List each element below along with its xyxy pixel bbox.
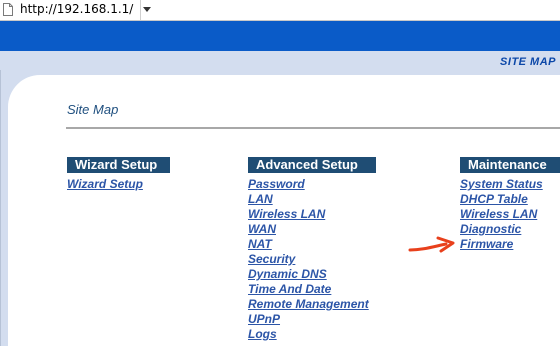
- page-icon: [3, 3, 13, 16]
- red-arrow-icon: [408, 236, 455, 253]
- link-firmware[interactable]: Firmware: [460, 237, 543, 252]
- site-map-header-label[interactable]: SITE MAP: [500, 56, 556, 68]
- heading-wizard-setup: Wizard Setup: [67, 157, 170, 173]
- link-dynamic-dns[interactable]: Dynamic DNS: [248, 267, 369, 282]
- link-nat[interactable]: NAT: [248, 237, 369, 252]
- top-banner: [0, 21, 560, 51]
- link-dhcp-table[interactable]: DHCP Table: [460, 192, 543, 207]
- link-system-status[interactable]: System Status: [460, 177, 543, 192]
- link-remote-management[interactable]: Remote Management: [248, 297, 369, 312]
- link-time-and-date[interactable]: Time And Date: [248, 282, 369, 297]
- address-bar[interactable]: http://192.168.1.1/: [0, 0, 560, 21]
- link-wan[interactable]: WAN: [248, 222, 369, 237]
- url-text[interactable]: http://192.168.1.1/: [20, 2, 133, 16]
- link-security[interactable]: Security: [248, 252, 369, 267]
- link-wireless-lan[interactable]: Wireless LAN: [248, 207, 369, 222]
- heading-maintenance: Maintenance: [460, 157, 560, 173]
- header-band: SITE MAP: [0, 51, 560, 75]
- link-logs[interactable]: Logs: [248, 327, 369, 342]
- page-title: Site Map: [67, 102, 119, 117]
- title-divider: [66, 127, 560, 129]
- address-dropdown-button[interactable]: [140, 0, 153, 20]
- chevron-down-icon: [143, 7, 151, 12]
- link-password[interactable]: Password: [248, 177, 369, 192]
- column-advanced-setup: Password LAN Wireless LAN WAN NAT Securi…: [248, 177, 369, 342]
- column-maintenance: System Status DHCP Table Wireless LAN Di…: [460, 177, 543, 252]
- link-wizard-setup[interactable]: Wizard Setup: [67, 177, 143, 192]
- link-diagnostic[interactable]: Diagnostic: [460, 222, 543, 237]
- link-upnp[interactable]: UPnP: [248, 312, 369, 327]
- link-lan[interactable]: LAN: [248, 192, 369, 207]
- heading-advanced-setup: Advanced Setup: [248, 157, 376, 173]
- left-border: [0, 70, 1, 346]
- column-wizard-setup: Wizard Setup: [67, 177, 143, 192]
- link-wireless-lan-maintenance[interactable]: Wireless LAN: [460, 207, 543, 222]
